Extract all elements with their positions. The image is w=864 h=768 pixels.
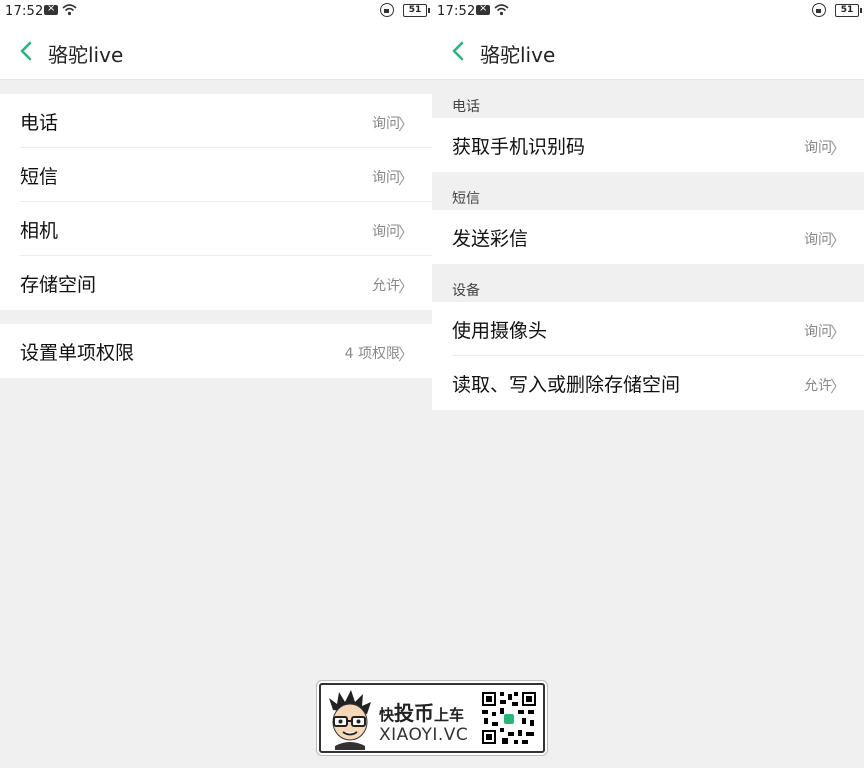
permission-value: 允许 <box>804 378 832 394</box>
permission-value: 询问 <box>804 232 832 248</box>
chevron-right-icon: 〉 <box>397 277 414 296</box>
wifi-icon <box>62 3 77 19</box>
notification-icon <box>476 3 490 15</box>
status-bar: 17:52 51 <box>0 0 432 24</box>
single-permission-card: 设置单项权限 4 项权限 〉 <box>0 324 432 378</box>
rotation-lock-icon <box>380 3 394 17</box>
permission-label: 存储空间 <box>20 274 97 296</box>
back-chevron-icon[interactable] <box>16 40 38 62</box>
permission-row-sms[interactable]: 短信 询问 〉 <box>0 148 432 202</box>
permission-label: 读取、写入或删除存储空间 <box>452 374 681 396</box>
watermark-site: XIAOYI.VC <box>379 725 469 745</box>
permission-row-read-imei[interactable]: 获取手机识别码 询问 〉 <box>432 118 864 172</box>
permission-label: 电话 <box>20 112 59 134</box>
chevron-right-icon: 〉 <box>397 115 414 134</box>
left-screen: 17:52 51 骆驼live 电话 询问 〉 短信 询问 〉 相机 询问 〉 <box>0 0 432 768</box>
battery-icon: 51 <box>403 4 430 17</box>
permission-row-storage[interactable]: 读取、写入或删除存储空间 允许 〉 <box>432 356 864 410</box>
permission-label: 使用摄像头 <box>452 320 548 342</box>
cartoon-avatar-icon <box>329 690 371 750</box>
app-bar: 骆驼live <box>432 24 864 80</box>
back-chevron-icon[interactable] <box>448 40 470 62</box>
right-screen: 17:52 51 骆驼live 电话 获取手机识别码 询问 〉 短信 发送彩信 … <box>432 0 864 768</box>
chevron-right-icon: 〉 <box>829 139 846 158</box>
page-title: 骆驼live <box>48 43 124 67</box>
single-permission-label: 设置单项权限 <box>20 342 135 364</box>
section-header-phone: 电话 <box>452 99 480 115</box>
permission-row-storage[interactable]: 存储空间 允许 〉 <box>0 256 432 310</box>
permission-row-camera[interactable]: 相机 询问 〉 <box>0 202 432 256</box>
permission-label: 相机 <box>20 220 59 242</box>
chevron-right-icon: 〉 <box>829 377 846 396</box>
status-bar: 17:52 51 <box>432 0 864 24</box>
permission-label: 发送彩信 <box>452 228 529 250</box>
permission-value: 询问 <box>804 140 832 156</box>
status-time: 17:52 <box>5 4 44 19</box>
permission-row-use-camera[interactable]: 使用摄像头 询问 〉 <box>432 302 864 356</box>
single-permission-count: 4 项权限 <box>344 346 400 362</box>
permission-value: 询问 <box>372 170 400 186</box>
rotation-lock-icon <box>812 3 826 17</box>
watermark-badge: 快投币上车 XIAOYI.VC <box>319 683 545 753</box>
chevron-right-icon: 〉 <box>397 345 414 364</box>
app-bar: 骆驼live <box>0 24 432 80</box>
page-title: 骆驼live <box>480 43 556 67</box>
section-header-sms: 短信 <box>452 191 480 207</box>
permission-value: 询问 <box>372 116 400 132</box>
permission-value: 允许 <box>372 278 400 294</box>
battery-icon: 51 <box>835 4 862 17</box>
permission-list: 电话 询问 〉 短信 询问 〉 相机 询问 〉 存储空间 允许 〉 <box>0 94 432 310</box>
permission-label: 获取手机识别码 <box>452 136 586 158</box>
chevron-right-icon: 〉 <box>397 169 414 188</box>
watermark-slogan: 快投币上车 <box>379 701 465 725</box>
single-permission-row[interactable]: 设置单项权限 4 项权限 〉 <box>0 324 432 378</box>
chevron-right-icon: 〉 <box>829 231 846 250</box>
status-time: 17:52 <box>437 4 476 19</box>
qr-code-icon <box>480 690 538 746</box>
permission-value: 询问 <box>804 324 832 340</box>
permission-label: 短信 <box>20 166 59 188</box>
permission-value: 询问 <box>372 224 400 240</box>
wifi-icon <box>494 3 509 19</box>
chevron-right-icon: 〉 <box>397 223 414 242</box>
notification-icon <box>44 3 58 15</box>
section-header-device: 设备 <box>452 283 480 299</box>
permission-row-send-mms[interactable]: 发送彩信 询问 〉 <box>432 210 864 264</box>
chevron-right-icon: 〉 <box>829 323 846 342</box>
permission-row-phone[interactable]: 电话 询问 〉 <box>0 94 432 148</box>
